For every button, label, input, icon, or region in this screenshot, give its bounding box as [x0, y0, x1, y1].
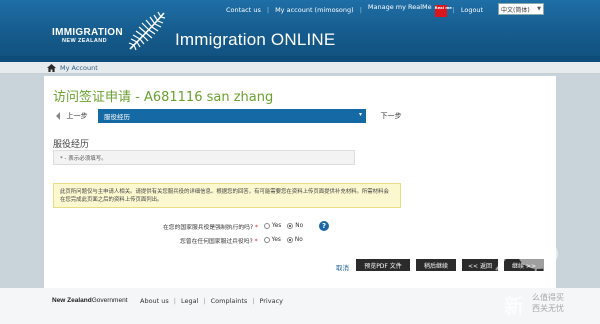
yes-radio[interactable]: [263, 223, 270, 229]
home-icon[interactable]: [47, 64, 56, 72]
watermark-tag: 么值得买 西关无忧: [532, 293, 564, 313]
cancel-link[interactable]: 取消: [336, 262, 349, 272]
no-label: No: [294, 237, 303, 243]
watermark-char: 新: [504, 294, 524, 318]
info-box: 此页所问题仅与主申请人相关。请提供有关您服兵役的详细信息。根据您的回答，有可能需…: [53, 183, 401, 208]
next-step-button[interactable]: 下一步: [371, 109, 411, 123]
yes-radio[interactable]: [263, 237, 270, 243]
site-header: Contact us | My account (mimosong) | Man…: [0, 0, 600, 62]
language-select-value: 中文(简体): [501, 6, 530, 14]
preview-pdf-button[interactable]: 预览PDF 文件: [356, 259, 410, 271]
question-row: 您曾在任何国家服过兵役吗? * Yes No: [180, 235, 303, 245]
question-label: 在您的国家服兵役是强制执行的吗? *: [163, 224, 258, 231]
logo-line-2: NEW ZEALAND: [62, 38, 108, 44]
yes-label: Yes: [271, 237, 281, 243]
kiwi-icon: [495, 239, 558, 283]
silver-fern-icon: [128, 11, 166, 51]
logout-link[interactable]: Logout: [461, 6, 483, 14]
manage-realme-label: Manage my RealMe: [367, 3, 432, 11]
application-form-card: 访问签证申请 - A681116 san zhang 上一步 服役经历 ▾ 下一…: [44, 76, 556, 288]
question-row: 在您的国家服兵役是强制执行的吗? * Yes No: [163, 221, 303, 231]
no-label: No: [295, 223, 304, 229]
section-title: 服役经历: [53, 140, 90, 150]
chevron-down-icon: ▼: [537, 6, 541, 12]
next-step-label: 下一步: [380, 112, 402, 120]
step-select[interactable]: 服役经历 ▾: [98, 109, 366, 123]
immigration-nz-logo[interactable]: IMMIGRATION NEW ZEALAND: [52, 11, 172, 51]
page-title: 访问签证申请 - A681116 san zhang: [53, 90, 274, 105]
required-note-text: * - 表示必须填写。: [60, 155, 107, 162]
step-navigation: 上一步 服役经历 ▾ 下一步: [53, 109, 408, 123]
current-step-label: 服役经历: [104, 113, 130, 121]
question-label: 您曾在任何国家服过兵役吗? *: [180, 238, 258, 245]
footer-links: About us | Legal | Complaints | Privacy: [140, 297, 283, 305]
no-radio[interactable]: [286, 237, 293, 243]
footer-link-complaints[interactable]: Complaints: [211, 297, 248, 305]
footer-link-about[interactable]: About us: [140, 297, 169, 305]
prev-step-button[interactable]: 上一步: [53, 109, 101, 123]
app-title: Immigration ONLINE: [175, 30, 336, 49]
no-radio[interactable]: [287, 223, 294, 229]
realme-badge: Real me: [434, 5, 452, 17]
help-icon[interactable]: ?: [319, 221, 329, 231]
manage-realme-link[interactable]: Manage my RealMe Real me: [367, 3, 452, 17]
breadcrumb: My Account: [0, 62, 600, 74]
save-continue-later-button[interactable]: 稍后继续: [416, 259, 456, 271]
nz-government-logo[interactable]: New ZealandGovernment: [52, 297, 128, 304]
prev-step-label: 上一步: [66, 112, 88, 120]
required-note: * - 表示必须填写。: [53, 150, 355, 165]
footer-link-privacy[interactable]: Privacy: [259, 297, 283, 305]
footer-link-legal[interactable]: Legal: [181, 297, 198, 305]
language-select[interactable]: 中文(简体) ▼: [498, 3, 544, 15]
breadcrumb-my-account[interactable]: My Account: [60, 64, 98, 72]
my-account-link[interactable]: My account (mimosong): [275, 6, 354, 14]
chevron-down-icon: ▾: [358, 111, 362, 118]
yes-label: Yes: [271, 223, 282, 229]
contact-link[interactable]: Contact us: [226, 6, 261, 14]
logo-line-1: IMMIGRATION: [52, 27, 123, 38]
